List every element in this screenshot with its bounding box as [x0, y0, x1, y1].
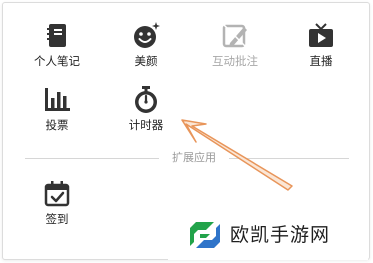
pen-board-icon	[220, 21, 250, 51]
vote-tile[interactable]: 投票	[21, 85, 93, 143]
divider-left	[25, 158, 159, 159]
interactive-annotation-label: 互动批注	[212, 54, 258, 68]
vote-label: 投票	[45, 118, 69, 132]
divider-right	[229, 158, 349, 159]
sign-in-tile[interactable]: 签到	[21, 179, 93, 237]
interactive-annotation-tile[interactable]: 互动批注	[199, 21, 271, 79]
notebook-tile[interactable]: 个人笔记	[21, 21, 93, 79]
calendar-check-icon	[42, 179, 72, 209]
timer-tile[interactable]: 计时器	[110, 85, 182, 143]
tv-play-icon	[306, 21, 336, 51]
beauty-tile[interactable]: 美颜	[110, 21, 182, 79]
notebook-icon	[42, 21, 72, 51]
live-label: 直播	[309, 54, 333, 68]
watermark-text: 欧凯手游网	[230, 224, 331, 246]
extensions-section-label: 扩展应用	[172, 151, 216, 164]
timer-label: 计时器	[128, 118, 164, 132]
beauty-label: 美颜	[134, 54, 158, 68]
smiley-sparkle-icon	[131, 21, 161, 51]
stopwatch-icon	[131, 85, 161, 115]
sign-in-label: 签到	[45, 212, 69, 226]
watermark: 欧凯手游网	[168, 212, 368, 260]
live-tile[interactable]: 直播	[285, 21, 357, 79]
notebook-label: 个人笔记	[34, 54, 80, 68]
bar-chart-icon	[42, 85, 72, 115]
site-logo-icon	[186, 216, 224, 254]
